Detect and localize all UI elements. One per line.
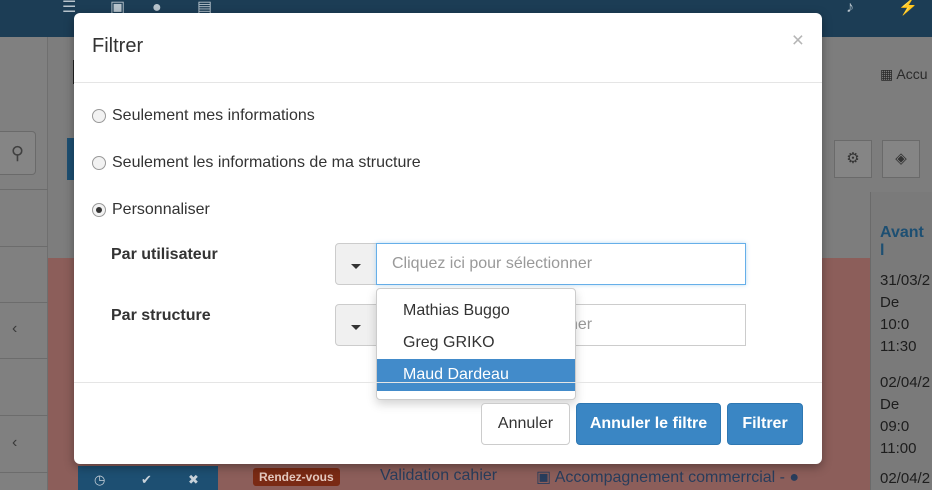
search-icon[interactable]: ⚲ bbox=[0, 131, 36, 175]
sidebar-divider bbox=[0, 189, 48, 190]
caret-down-icon bbox=[351, 325, 361, 330]
date-cell: 02/04/2 bbox=[880, 470, 931, 487]
close-icon[interactable]: ✖ bbox=[188, 472, 199, 488]
sidebar-divider bbox=[0, 358, 48, 359]
left-sidebar bbox=[0, 37, 48, 490]
cancel-button[interactable]: Annuler bbox=[481, 403, 570, 445]
activity-link[interactable]: ▣ Accompagnement commerrcial - ● bbox=[536, 467, 799, 487]
radio-button[interactable] bbox=[92, 109, 106, 123]
cube-icon[interactable]: ◈ bbox=[882, 140, 920, 178]
task-link[interactable]: Validation cahier bbox=[380, 467, 497, 485]
check-icon[interactable]: ✔ bbox=[141, 472, 152, 488]
bolt-icon[interactable]: ⚡ bbox=[898, 0, 918, 16]
radio-my-info[interactable]: Seulement mes informations bbox=[92, 107, 315, 125]
sidebar-divider bbox=[0, 415, 48, 416]
filter-modal: Filtrer × Seulement mes informations Seu… bbox=[74, 13, 822, 464]
bell-icon[interactable]: ♪ bbox=[846, 0, 854, 16]
calendar-link[interactable]: ▦ Accu bbox=[880, 66, 927, 83]
chevron-left-icon[interactable]: ‹ bbox=[12, 434, 17, 452]
dropdown-option[interactable]: Mathias Buggo bbox=[377, 295, 575, 327]
dropdown-option[interactable]: Greg GRIKO bbox=[377, 327, 575, 359]
date-cell: 31/03/2 De 10:0 11:30 bbox=[880, 272, 931, 355]
sidebar-divider bbox=[0, 246, 48, 247]
radio-button[interactable] bbox=[92, 156, 106, 170]
close-icon[interactable]: × bbox=[792, 29, 804, 53]
modal-footer: Annuler Annuler le filtre Filtrer bbox=[74, 382, 822, 464]
modal-header: Filtrer × bbox=[74, 13, 822, 83]
settings-icon[interactable]: ⚙ bbox=[834, 140, 872, 178]
chevron-left-icon[interactable]: ‹ bbox=[12, 320, 17, 338]
apply-filter-button[interactable]: Filtrer bbox=[727, 403, 803, 445]
sidebar-divider bbox=[0, 302, 48, 303]
radio-my-structure[interactable]: Seulement les informations de ma structu… bbox=[92, 154, 421, 172]
user-filter-label: Par utilisateur bbox=[111, 246, 218, 263]
radio-label: Seulement les informations de ma structu… bbox=[112, 154, 421, 171]
structure-filter-label: Par structure bbox=[111, 307, 211, 324]
radio-label: Seulement mes informations bbox=[112, 107, 315, 124]
clock-icon[interactable]: ◷ bbox=[94, 472, 105, 488]
status-badge: Rendez-vous bbox=[253, 468, 340, 486]
column-header[interactable]: Avant l bbox=[880, 224, 932, 260]
clear-filter-button[interactable]: Annuler le filtre bbox=[576, 403, 721, 445]
user-select-input[interactable] bbox=[376, 243, 746, 285]
structure-dropdown-toggle[interactable] bbox=[335, 304, 377, 346]
radio-label: Personnaliser bbox=[112, 201, 210, 218]
modal-title: Filtrer bbox=[92, 35, 144, 57]
radio-button-checked[interactable] bbox=[92, 203, 106, 217]
radio-custom[interactable]: Personnaliser bbox=[92, 201, 210, 219]
sidebar-divider bbox=[0, 472, 48, 473]
user-dropdown-toggle[interactable] bbox=[335, 243, 377, 285]
caret-down-icon bbox=[351, 264, 361, 269]
date-cell: 02/04/2 De 09:0 11:00 bbox=[880, 374, 931, 457]
